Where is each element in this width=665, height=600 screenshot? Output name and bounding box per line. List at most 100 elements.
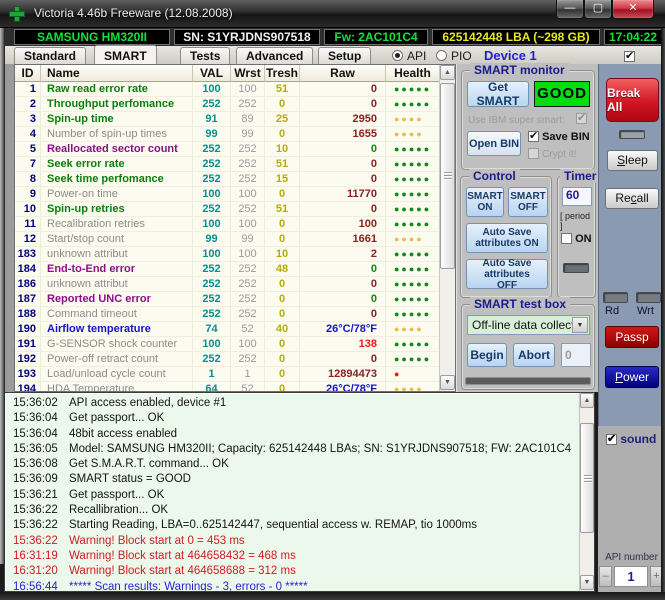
power-button[interactable]: Power [605,366,659,388]
table-scrollbar[interactable]: ▲ ▼ [439,65,455,391]
table-row[interactable]: 184End-to-End error252252480●●●●● [15,262,439,277]
table-row[interactable]: 183unknown attribut100100102●●●●● [15,247,439,262]
radio-pio[interactable] [436,50,447,61]
save-bin-checkbox[interactable]: Save BIN [528,131,590,143]
table-row[interactable]: 12Start/stop count999901661●●●● [15,232,439,247]
break-all-button[interactable]: Break All [606,78,659,122]
begin-button[interactable]: Begin [467,343,507,367]
smart-test-box-title: SMART test box [470,297,570,311]
minimize-button[interactable]: — [556,0,584,19]
table-row[interactable]: 4Number of spin-up times999901655●●●● [15,127,439,142]
table-row[interactable]: 7Seek error rate252252510●●●●● [15,157,439,172]
col-header-id[interactable]: ID [15,65,41,82]
col-header-val[interactable]: VAL [193,65,231,82]
table-row[interactable]: 3Spin-up time9189252950●●●● [15,112,439,127]
dropdown-arrow-icon[interactable]: ▼ [572,317,588,333]
table-row[interactable]: 186unknown attribut25225200●●●●● [15,277,439,292]
maximize-button[interactable]: ▢ [584,0,612,19]
attr-health-dots: ●●●●● [386,82,439,96]
recall-button[interactable]: Recall [605,188,659,209]
attr-name: Command timeout [41,307,193,321]
table-row[interactable]: 11Recalibration retries1001000100●●●●● [15,217,439,232]
table-row[interactable]: 5Reallocated sector count252252100●●●●● [15,142,439,157]
attr-tresh: 0 [265,367,300,381]
table-row[interactable]: 188Command timeout25225200●●●●● [15,307,439,322]
write-led [636,292,661,303]
open-bin-button[interactable]: Open BIN [467,131,521,156]
col-header-raw[interactable]: Raw [300,65,386,82]
log-scroll-up-icon[interactable]: ▲ [580,393,594,408]
attr-tresh: 10 [265,247,300,261]
api-number-decrement-button[interactable]: – [599,566,612,587]
timer-on-checkbox[interactable]: ON [561,233,592,245]
hints-checkbox-box[interactable] [624,51,635,62]
attr-wrst: 100 [231,247,265,261]
table-row[interactable]: 193Load/unload cycle count11012894473● [15,367,439,382]
table-row[interactable]: 9Power-on time100100011770●●●●● [15,187,439,202]
abort-button[interactable]: Abort [513,343,555,367]
smart-off-button[interactable]: SMART OFF [508,187,548,217]
test-select-value: Off-line data collect [472,318,575,332]
log-scrollbar-thumb[interactable] [580,423,594,533]
attr-val: 252 [193,142,231,156]
attr-raw: 0 [300,172,386,186]
tab-setup[interactable]: Setup [318,47,371,64]
tab-smart[interactable]: SMART [94,45,157,64]
log-scrollbar[interactable]: ▲ ▼ [579,393,594,591]
auto-save-off-button[interactable]: Auto Save attributes OFF [466,259,548,289]
attr-name: HDA Temperature [41,382,193,391]
attr-id: 186 [15,277,41,291]
tab-advanced[interactable]: Advanced [236,47,313,64]
sleep-button[interactable]: Sleep [607,150,658,171]
scroll-up-arrow-icon[interactable]: ▲ [440,65,455,80]
sound-label: sound [620,432,656,446]
close-button[interactable]: ✕ [612,0,654,19]
col-header-health[interactable]: Health [386,65,439,82]
table-row[interactable]: 1Raw read error rate100100510●●●●● [15,82,439,97]
table-row[interactable]: 191G-SENSOR shock counter1001000138●●●●● [15,337,439,352]
passp-button[interactable]: Passp [605,326,659,348]
smart-monitor-title: SMART monitor [470,63,569,77]
table-row[interactable]: 187Reported UNC error25225200●●●●● [15,292,439,307]
attr-name: Raw read error rate [41,82,193,96]
table-row[interactable]: 190Airflow temperature74524026°C/78°F●●●… [15,322,439,337]
attr-raw: 0 [300,202,386,216]
scroll-down-arrow-icon[interactable]: ▼ [440,375,455,390]
tab-standard[interactable]: Standard [14,47,86,64]
test-select-dropdown[interactable]: Off-line data collect ▼ [467,315,590,335]
test-counter-input[interactable]: 0 [561,343,591,367]
log-scroll-down-icon[interactable]: ▼ [580,575,594,590]
attr-tresh: 51 [265,82,300,96]
timer-on-checkbox-box[interactable] [561,233,572,244]
attr-val: 252 [193,352,231,366]
save-bin-checkbox-box[interactable] [528,131,539,142]
smart-status-badge: GOOD [534,81,590,107]
timer-period-input[interactable]: 60 [562,187,592,206]
table-row[interactable]: 8Seek time perfomance252252150●●●●● [15,172,439,187]
attr-wrst: 252 [231,157,265,171]
table-row[interactable]: 10Spin-up retries252252510●●●●● [15,202,439,217]
smart-on-button[interactable]: SMART ON [466,187,504,217]
attr-name: Seek time perfomance [41,172,193,186]
attr-id: 9 [15,187,41,201]
col-header-tresh[interactable]: Tresh [265,65,300,82]
col-header-wrst[interactable]: Wrst [231,65,265,82]
col-header-name[interactable]: Name [41,65,193,82]
table-scrollbar-thumb[interactable] [440,83,455,269]
attr-wrst: 252 [231,97,265,111]
sound-checkbox[interactable]: sound [606,432,656,446]
radio-pio-label: PIO [451,49,472,63]
sound-checkbox-box[interactable] [606,434,617,445]
auto-save-on-button[interactable]: Auto Save attributes ON [466,223,548,253]
attr-val: 252 [193,172,231,186]
attr-wrst: 252 [231,262,265,276]
radio-api[interactable] [392,50,403,61]
table-row[interactable]: 2Throughput perfomance25225200●●●●● [15,97,439,112]
attr-raw: 0 [300,97,386,111]
table-row[interactable]: 192Power-off retract count25225200●●●●● [15,352,439,367]
table-row[interactable]: 194HDA Temperature6452026°C/78°F●●●● [15,382,439,391]
attr-raw: 11770 [300,187,386,201]
tab-tests[interactable]: Tests [180,47,230,64]
attr-wrst: 252 [231,202,265,216]
get-smart-button[interactable]: Get SMART [467,81,529,107]
